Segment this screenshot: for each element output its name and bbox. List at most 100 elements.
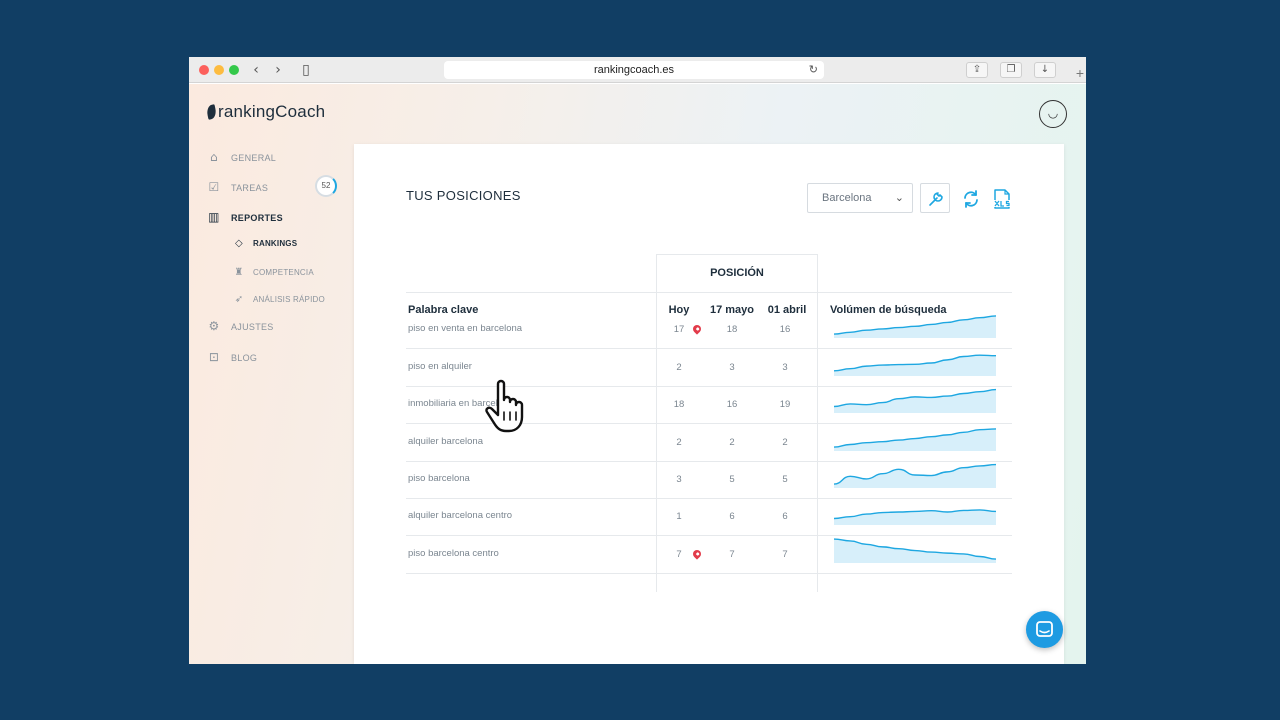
column-header-may: 17 mayo — [709, 304, 755, 316]
sidebar-toggle-icon[interactable]: ▯ — [297, 62, 315, 78]
wrench-icon — [929, 192, 943, 206]
app-area: rankingCoach ◡ ⌂ GENERAL ☑ TAREAS 52 ▥ REPO… — [189, 84, 1086, 664]
gear-icon: ⚙ — [208, 319, 220, 333]
search-volume-sparkline — [833, 315, 997, 338]
settings-wrench-button[interactable] — [920, 183, 950, 213]
hand-pointer-icon — [485, 379, 524, 433]
sidebar-item-label: TAREAS — [231, 183, 269, 193]
close-window-button[interactable] — [199, 65, 209, 75]
keyword-cell: alquiler barcelona centro — [408, 510, 513, 521]
position-cell-abril: 16 — [779, 324, 791, 335]
position-cell-mayo: 6 — [729, 511, 735, 522]
new-tab-icon[interactable]: + — [1076, 65, 1084, 81]
position-cell-mayo: 7 — [729, 549, 735, 560]
sidebar-item-general[interactable]: ⌂ GENERAL — [207, 150, 276, 164]
download-icon[interactable]: ↓ — [1034, 62, 1056, 78]
refresh-button[interactable] — [960, 188, 982, 210]
sidebar-item-label: BLOG — [231, 353, 258, 363]
sidebar-subitem-label: COMPETENCIA — [253, 268, 314, 277]
search-volume-sparkline — [833, 538, 997, 563]
brand-logo[interactable]: rankingCoach — [205, 102, 326, 122]
position-cell-mayo: 16 — [726, 399, 738, 410]
user-icon: ◡ — [1047, 106, 1059, 120]
position-cell-abril: 3 — [782, 362, 788, 373]
sparkline-area — [834, 509, 996, 525]
sidebar-subitem-label: RANKINGS — [253, 239, 298, 248]
browser-window: ‹ › ▯ rankingcoach.es ↻ ⇪ ❐ ↓ + rankingC… — [189, 57, 1086, 664]
book-icon: ⊡ — [208, 350, 220, 364]
brand-name: rankingCoach — [218, 102, 326, 121]
browser-toolbar: ‹ › ▯ rankingcoach.es ↻ ⇪ ❐ ↓ + — [189, 57, 1086, 83]
rankings-card: TUS POSICIONES Barcelona ⌄ POSICIÓN Pala… — [354, 144, 1064, 664]
chat-support-button[interactable] — [1026, 611, 1063, 648]
keyword-cell: piso barcelona centro — [408, 548, 499, 559]
position-cell-hoy: 2 — [676, 362, 682, 373]
position-cell-abril: 2 — [782, 437, 788, 448]
keyword-cell: piso en alquiler — [408, 361, 472, 372]
position-group-header: POSICIÓN — [710, 267, 764, 279]
position-cell-hoy: 18 — [673, 399, 685, 410]
forward-icon[interactable]: › — [269, 62, 287, 78]
column-header-april: 01 abril — [767, 304, 807, 316]
page-title: TUS POSICIONES — [406, 188, 521, 203]
tasks-count-badge: 52 — [315, 175, 337, 197]
url-text: rankingcoach.es — [593, 64, 675, 76]
position-cell-hoy: 17 — [673, 324, 685, 335]
logo-mark-icon — [205, 104, 218, 120]
sidebar-item-reportes[interactable]: ▥ REPORTES — [207, 210, 283, 224]
share-icon[interactable]: ⇪ — [966, 62, 988, 78]
position-cell-hoy: 7 — [676, 549, 682, 560]
xls-file-icon — [993, 189, 1011, 209]
sparkline-area — [834, 355, 996, 376]
position-cell-mayo: 18 — [726, 324, 738, 335]
sidebar-item-tareas[interactable]: ☑ TAREAS — [207, 180, 268, 194]
search-volume-sparkline — [833, 354, 997, 376]
search-volume-sparkline — [833, 428, 997, 451]
refresh-icon — [964, 190, 978, 208]
location-select[interactable]: Barcelona ⌄ — [807, 183, 913, 213]
sparkline-area — [834, 464, 996, 488]
sidebar-item-ajustes[interactable]: ⚙ AJUSTES — [207, 319, 274, 333]
column-header-today: Hoy — [668, 304, 690, 316]
trophy-icon: ♜ — [234, 267, 244, 278]
minimize-window-button[interactable] — [214, 65, 224, 75]
keyword-cell: piso barcelona — [408, 473, 470, 484]
checklist-icon: ☑ — [208, 180, 220, 194]
sidebar-subitem-label: ANÁLISIS RÁPIDO — [253, 295, 325, 304]
search-volume-sparkline — [833, 388, 997, 413]
table-divider — [656, 254, 818, 255]
chevron-down-icon: ⌄ — [894, 191, 904, 204]
position-cell-mayo: 2 — [729, 437, 735, 448]
sparkline-area — [834, 428, 996, 451]
position-cell-abril: 19 — [779, 399, 791, 410]
tabs-icon[interactable]: ❐ — [1000, 62, 1022, 78]
sidebar-item-label: AJUSTES — [231, 322, 274, 332]
bar-chart-icon: ▥ — [208, 210, 220, 224]
reload-icon[interactable]: ↻ — [809, 61, 818, 79]
position-cell-hoy: 1 — [676, 511, 682, 522]
sidebar-subitem-competencia[interactable]: ♜ COMPETENCIA — [233, 267, 314, 278]
table-divider — [406, 292, 1012, 293]
keyword-cell: piso en venta en barcelona — [408, 323, 523, 334]
address-bar[interactable]: rankingcoach.es ↻ — [444, 61, 824, 79]
position-cell-mayo: 5 — [729, 474, 735, 485]
location-select-value: Barcelona — [822, 192, 872, 204]
export-xls-button[interactable] — [991, 188, 1013, 210]
position-cell-hoy: 3 — [676, 474, 682, 485]
tag-icon: ◇ — [235, 238, 243, 249]
sidebar-subitem-analisis-rapido[interactable]: ➶ ANÁLISIS RÁPIDO — [233, 294, 325, 305]
back-icon[interactable]: ‹ — [247, 62, 265, 78]
position-cell-abril: 6 — [782, 511, 788, 522]
rocket-icon: ➶ — [234, 294, 244, 305]
column-header-keyword: Palabra clave — [408, 304, 479, 316]
zoom-window-button[interactable] — [229, 65, 239, 75]
sidebar-item-label: REPORTES — [231, 213, 283, 223]
sidebar-item-label: GENERAL — [231, 153, 277, 163]
search-volume-sparkline — [833, 509, 997, 525]
sidebar-subitem-rankings[interactable]: ◇ RANKINGS — [233, 238, 297, 249]
user-account-button[interactable]: ◡ — [1039, 100, 1067, 128]
position-cell-mayo: 3 — [729, 362, 735, 373]
row-divider — [406, 573, 1012, 574]
sidebar-item-blog[interactable]: ⊡ BLOG — [207, 350, 257, 364]
home-icon: ⌂ — [210, 150, 218, 164]
